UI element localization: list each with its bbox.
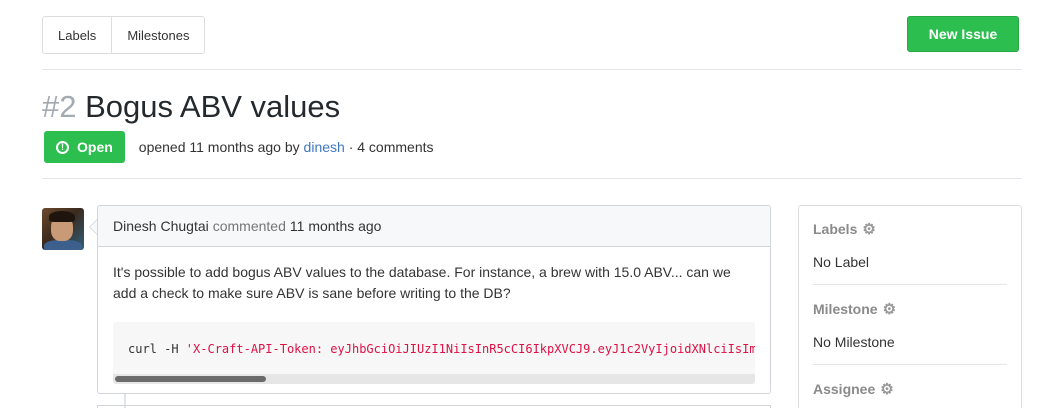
status-label: Open [77, 139, 113, 155]
milestones-button[interactable]: Milestones [111, 17, 205, 53]
avatar[interactable] [42, 208, 84, 250]
issue-page: Labels Milestones New Issue #2 Bogus ABV… [0, 0, 1043, 408]
comment-body: It's possible to add bogus ABV values to… [98, 247, 770, 384]
comment-pointer-inner [90, 220, 97, 234]
assignee-heading[interactable]: Assignee ⚙ [813, 381, 1007, 397]
meta-suffix: · 4 comments [348, 139, 434, 155]
gear-icon[interactable]: ⚙ [862, 222, 875, 237]
milestone-heading[interactable]: Milestone ⚙ [813, 301, 1007, 317]
code-scrollbar[interactable] [113, 374, 755, 384]
issue-title: #2 Bogus ABV values [42, 88, 340, 126]
labels-heading-text: Labels [813, 221, 858, 237]
comment-text: It's possible to add bogus ABV values to… [113, 264, 731, 301]
issue-meta: opened 11 months ago by dinesh · 4 comme… [139, 139, 434, 155]
avatar-shirt [44, 240, 82, 250]
labels-button[interactable]: Labels [43, 17, 112, 53]
assignee-heading-text: Assignee [813, 381, 876, 397]
comment-time[interactable]: 11 months ago [290, 218, 382, 234]
gear-icon[interactable]: ⚙ [880, 382, 893, 397]
milestone-heading-text: Milestone [813, 301, 878, 317]
code-command: curl -H [128, 342, 186, 356]
labels-heading[interactable]: Labels ⚙ [813, 221, 1007, 237]
labels-section: Labels ⚙ No Label [813, 221, 1007, 270]
sidebar-divider [813, 364, 1007, 365]
milestone-section: Milestone ⚙ No Milestone [813, 301, 1007, 350]
issue-nav-group: Labels Milestones [42, 16, 206, 54]
code-string: 'X-Craft-API-Token: eyJhbGciOiJIUzI1NiIs… [185, 342, 755, 356]
assignee-section: Assignee ⚙ [813, 381, 1007, 397]
content-divider [42, 178, 1022, 179]
issue-sidebar: Labels ⚙ No Label Milestone ⚙ No Milesto… [798, 205, 1022, 408]
comment-box: Dinesh Chugtai commented 11 months ago I… [97, 205, 771, 394]
comment-action: commented [212, 218, 286, 234]
alert-circle-icon: ! [56, 140, 69, 154]
gear-icon[interactable]: ⚙ [883, 302, 896, 317]
comment-author[interactable]: Dinesh Chugtai [113, 218, 209, 234]
issue-title-text: Bogus ABV values [85, 89, 341, 124]
avatar-hair [49, 211, 75, 222]
header-divider [42, 69, 1022, 70]
code-block: curl -H 'X-Craft-API-Token: eyJhbGciOiJI… [113, 322, 755, 384]
labels-value: No Label [813, 254, 870, 270]
scrollbar-thumb[interactable] [115, 376, 266, 382]
code-line: curl -H 'X-Craft-API-Token: eyJhbGciOiJI… [128, 339, 755, 360]
sidebar-divider [813, 284, 1007, 285]
comment-header: Dinesh Chugtai commented 11 months ago [98, 206, 770, 247]
milestone-value: No Milestone [813, 334, 895, 350]
status-badge: ! Open [44, 131, 125, 163]
new-issue-button[interactable]: New Issue [907, 16, 1019, 52]
issue-number: #2 [42, 89, 77, 124]
issue-status-row: ! Open opened 11 months ago by dinesh · … [44, 131, 434, 163]
author-link[interactable]: dinesh [304, 139, 345, 155]
meta-prefix: opened 11 months ago by [138, 139, 300, 155]
